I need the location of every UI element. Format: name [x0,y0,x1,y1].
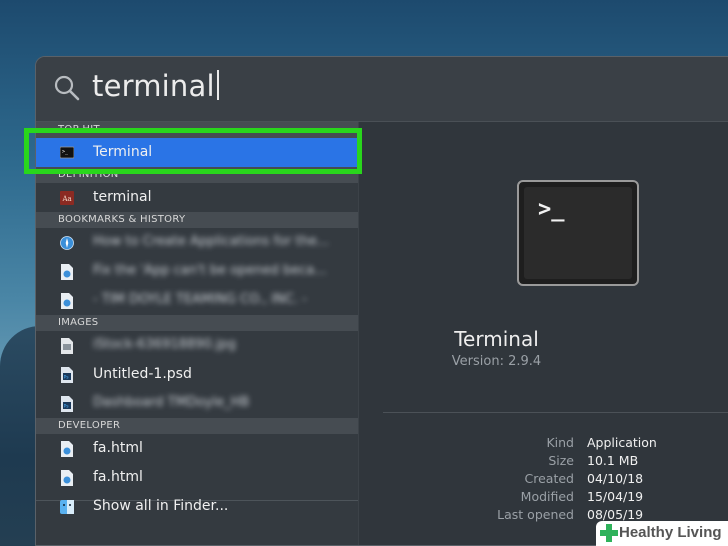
meta-value: 04/10/18 [587,471,644,486]
result-label: - TIM DOYLE TEAMING CO., INC. - [93,292,307,307]
result-label: How to Create Applications for the... [93,234,330,249]
result-definition-terminal[interactable]: Aa terminal [36,183,358,212]
meta-key: Created [524,471,574,486]
result-label: fa.html [93,440,143,456]
meta-row-modified: Modified 15/04/19 [359,489,728,507]
photoshop-file-icon: Ps [61,367,73,383]
result-label: fa.html [93,469,143,485]
meta-key: Modified [520,489,574,504]
result-label: Fix the 'App can't be opened beca... [93,263,327,278]
result-label: Untitled-1.psd [93,366,192,382]
section-header-bookmarks: BOOKMARKS & HISTORY [36,212,358,228]
result-image[interactable]: iStock-636918890.jpg [36,331,358,360]
search-icon [54,75,80,101]
search-input[interactable]: terminal [92,69,219,103]
result-bookmark[interactable]: How to Create Applications for the... [36,228,358,257]
preview-pane: >_ Terminal Version: 2.9.4 Kind Applicati… [358,122,728,545]
html-file-icon [61,470,73,486]
preview-app-version: Version: 2.9.4 [451,354,542,369]
preview-divider [383,412,728,413]
meta-row-kind: Kind Application [359,435,728,453]
result-image[interactable]: Ps Dashboard TMDoyle_HB [36,389,358,418]
meta-value: 10.1 MB [587,453,639,468]
meta-value: Application [587,435,657,450]
result-bookmark[interactable]: - TIM DOYLE TEAMING CO., INC. - [36,286,358,315]
result-bookmark[interactable]: Fix the 'App can't be opened beca... [36,257,358,286]
search-query: terminal [92,69,215,103]
terminal-prompt-glyph: >_ [538,197,565,222]
meta-row-size: Size 10.1 MB [359,453,728,471]
section-header-images: IMAGES [36,315,358,331]
green-highlight-box [24,128,362,174]
svg-text:Ps: Ps [64,404,70,410]
terminal-large-icon: >_ [517,180,639,286]
text-caret [216,70,219,100]
photoshop-file-icon: Ps [61,396,73,412]
meta-value: 08/05/19 [587,507,644,522]
meta-key: Kind [546,435,574,450]
meta-row-created: Created 04/10/18 [359,471,728,489]
meta-value: 15/04/19 [587,489,644,504]
show-all-in-finder[interactable]: Show all in Finder... [36,492,358,521]
watermark: Healthy Living [596,521,728,546]
watermark-text: Healthy Living [619,524,722,541]
plus-logo-icon [600,524,618,542]
section-header-developer: DEVELOPER [36,418,358,434]
webpage-file-icon [61,264,73,280]
html-file-icon [61,441,73,457]
results-list: TOP HIT >_ Terminal DEFINITION Aa termin… [36,122,358,545]
jpg-file-icon [61,338,73,354]
terminal-screen: >_ [524,187,632,279]
result-label: Dashboard TMDoyle_HB [93,395,250,410]
svg-text:Ps: Ps [64,375,70,381]
spotlight-search-bar[interactable]: terminal [36,57,728,122]
result-label: terminal [93,189,152,205]
safari-icon [60,236,74,250]
meta-key: Size [548,453,574,468]
result-label: iStock-636918890.jpg [93,337,236,352]
svg-text:Aa: Aa [62,195,72,203]
meta-key: Last opened [497,507,574,522]
dictionary-icon: Aa [60,191,74,205]
webpage-file-icon [61,293,73,309]
preview-app-name: Terminal [454,327,539,351]
result-developer[interactable]: fa.html [36,463,358,492]
result-developer[interactable]: fa.html [36,434,358,463]
preview-metadata: Kind Application Size 10.1 MB Created 04/10… [359,435,728,525]
result-image[interactable]: Ps Untitled-1.psd [36,360,358,389]
result-label: Show all in Finder... [93,498,229,514]
finder-icon [60,500,74,514]
